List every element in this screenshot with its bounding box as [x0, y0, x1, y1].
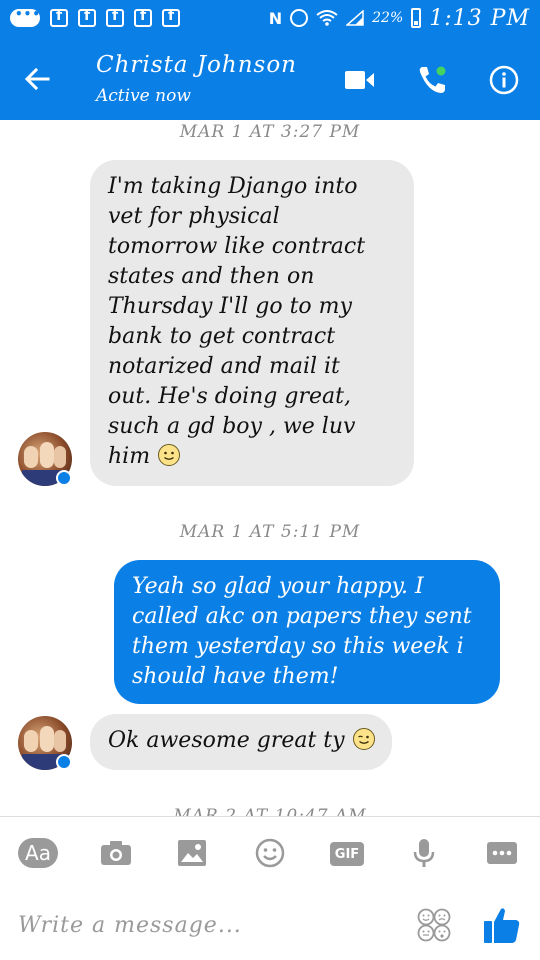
system-icons: N 22% 1:13 PM [269, 6, 530, 31]
message-line: called akc on papers they sent [132, 604, 472, 629]
facebook-icon [134, 8, 152, 27]
battery-charging-icon [411, 8, 422, 28]
messenger-badge-icon [56, 470, 72, 486]
wifi-icon [316, 10, 338, 26]
more-icon [487, 842, 517, 864]
message-line: him [108, 444, 151, 469]
timestamp: MAR 2 AT 10:47 AM [173, 806, 367, 816]
microphone-icon [413, 839, 435, 867]
signal-icon [346, 10, 364, 26]
composer: Aa GIF [0, 816, 540, 960]
messenger-chat-icon [10, 7, 41, 27]
slightly-smiling-emoji-icon [158, 444, 181, 466]
message-line: such a gd boy , we luv [108, 414, 356, 439]
video-call-button[interactable] [344, 64, 376, 96]
messenger-badge-icon [56, 754, 72, 770]
camera-icon [101, 841, 131, 865]
message-bubble-incoming[interactable]: Ok awesome great ty [90, 714, 392, 770]
message-bubble-incoming[interactable]: I'm taking Django into vet for physical … [90, 160, 414, 486]
gallery-button[interactable] [172, 837, 212, 869]
message-line: I'm taking Django into [108, 174, 358, 199]
text-style-button[interactable]: Aa [18, 838, 58, 868]
facebook-icon [78, 8, 96, 27]
message-line-last: him [108, 442, 414, 472]
message-line: vet for physical [108, 204, 280, 229]
message-input[interactable] [18, 905, 398, 945]
voice-call-button[interactable] [416, 64, 448, 96]
voice-call-icon [419, 66, 446, 93]
facebook-icon [106, 8, 124, 27]
gallery-icon [178, 840, 206, 866]
message-bubble-outgoing[interactable]: Yeah so glad your happy. I called akc on… [114, 560, 500, 704]
timestamp: MAR 1 AT 5:11 PM [179, 522, 361, 542]
facebook-icon [162, 8, 180, 27]
nfc-icon: N [268, 8, 283, 28]
message-line: Ok awesome great ty [108, 728, 345, 753]
info-button[interactable] [488, 64, 520, 96]
facebook-icon [50, 8, 68, 27]
winking-emoji-icon [352, 728, 375, 750]
message-line: bank to get contract [108, 324, 336, 349]
camera-button[interactable] [96, 837, 136, 869]
message-list[interactable]: MAR 1 AT 3:27 PM I'm taking Django into … [0, 120, 540, 816]
battery-percent: 22% [372, 10, 404, 26]
status-bar: N 22% 1:13 PM [0, 0, 540, 36]
video-call-icon [345, 71, 374, 89]
timestamp: MAR 1 AT 3:27 PM [179, 122, 361, 142]
message-line: notarized and mail it [108, 354, 340, 379]
emoji-icon [255, 838, 285, 868]
message-line: should have them! [132, 664, 339, 689]
presence-status: Active now [96, 86, 191, 106]
microphone-button[interactable] [404, 837, 444, 869]
message-line: them yesterday so this week i [132, 634, 464, 659]
back-arrow-icon[interactable] [22, 64, 52, 94]
message-line: Thursday I'll go to my [108, 294, 352, 319]
message-line: Yeah so glad your happy. I [132, 574, 424, 599]
conversation-header: Christa Johnson Active now [0, 36, 540, 120]
more-button[interactable] [482, 837, 522, 869]
emoji-button[interactable] [250, 837, 290, 869]
sticker-icon[interactable] [416, 907, 452, 943]
contact-name[interactable]: Christa Johnson [96, 52, 297, 78]
thumbs-up-icon[interactable] [482, 905, 522, 945]
message-line: tomorrow like contract [108, 234, 366, 259]
info-icon [489, 65, 519, 95]
message-line: out. He's doing great, [108, 384, 351, 409]
alarm-icon [290, 9, 309, 27]
gif-button[interactable]: GIF [330, 842, 364, 866]
notification-icons [10, 7, 180, 27]
clock: 1:13 PM [429, 5, 530, 31]
message-line: states and then on [108, 264, 315, 289]
